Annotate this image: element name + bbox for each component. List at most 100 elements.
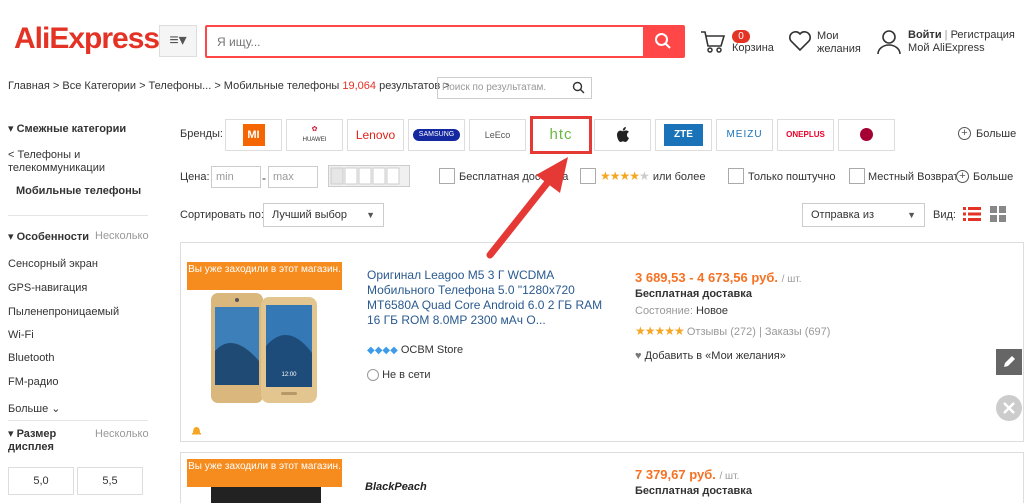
brand-zte[interactable]: ZTE xyxy=(655,119,712,151)
size-multi-toggle[interactable]: Несколько xyxy=(95,428,149,440)
price-min-input[interactable]: min xyxy=(211,166,261,188)
results-count: 19,064 xyxy=(342,80,377,92)
sort-select[interactable]: Лучший выбор ▼ xyxy=(263,203,384,227)
ship-from-value: Отправка из xyxy=(811,209,875,221)
store-link[interactable]: ◆◆◆◆ OCBM Store xyxy=(367,344,463,356)
login-link[interactable]: Войти xyxy=(908,29,942,41)
store-name: OCBM Store xyxy=(400,344,464,356)
categories-menu-button[interactable]: ≡▾ xyxy=(159,25,197,57)
search-icon[interactable] xyxy=(572,81,585,94)
plus-icon[interactable]: + xyxy=(958,127,971,140)
user-icon[interactable] xyxy=(876,29,902,55)
brand-xiaomi[interactable]: MI xyxy=(225,119,282,151)
brand-lenovo[interactable]: Lenovo xyxy=(347,119,404,151)
orders-count: Заказы (697) xyxy=(764,326,831,338)
divider xyxy=(8,420,148,421)
feature-item[interactable]: Сенсорный экран xyxy=(8,258,98,270)
brand-logo: MI xyxy=(242,124,265,146)
features-title[interactable]: ▾ Особенности xyxy=(8,230,89,243)
brands-label: Бренды: xyxy=(180,128,223,140)
price-max-input[interactable]: max xyxy=(268,166,318,188)
free-shipping-checkbox[interactable] xyxy=(439,168,455,184)
product-card[interactable]: Вы уже заходили в этот магазин. 12:00 Ор… xyxy=(180,242,1024,442)
size-option[interactable]: 5,0 xyxy=(8,467,74,495)
search-input[interactable] xyxy=(207,27,645,56)
feature-item[interactable]: Wi-Fi xyxy=(8,329,34,341)
online-status[interactable]: Не в сети xyxy=(367,369,431,382)
brand-htc[interactable]: htc xyxy=(530,116,592,154)
shipping-info: Бесплатная доставка xyxy=(635,485,752,497)
local-return-checkbox[interactable] xyxy=(849,168,865,184)
condition-label: Состояние: xyxy=(635,305,693,317)
single-piece-checkbox[interactable] xyxy=(728,168,744,184)
list-view-icon[interactable] xyxy=(963,206,981,222)
grid-view-icon[interactable] xyxy=(990,206,1006,222)
size-option[interactable]: 5,5 xyxy=(77,467,143,495)
size-title-text: Размер дисплея xyxy=(8,428,57,453)
price-unit: / шт. xyxy=(781,274,802,285)
feature-item[interactable]: Пыленепроницаемый xyxy=(8,306,119,318)
feature-item[interactable]: Bluetooth xyxy=(8,352,54,364)
brand-logo: htc xyxy=(549,126,573,143)
rating-filter[interactable]: ★★★★★ или более xyxy=(600,169,705,183)
menu-icon: ≡▾ xyxy=(169,32,187,49)
product-title-link[interactable]: Оригинал Leagoo M5 3 Г WCDMA Мобильного … xyxy=(367,268,612,328)
features-more-link[interactable]: Больше ⌄ xyxy=(8,402,60,415)
feature-item[interactable]: GPS-навигация xyxy=(8,282,87,294)
parent-category-link[interactable]: < Телефоны и телекоммуникации xyxy=(8,149,138,175)
cart-label[interactable]: Корзина xyxy=(732,42,774,54)
display-size-title[interactable]: ▾ Размер дисплея xyxy=(8,428,88,454)
ship-from-select[interactable]: Отправка из ▼ xyxy=(802,203,925,227)
brand-logo: LeEco xyxy=(484,130,511,140)
condition-value: Новое xyxy=(696,305,729,317)
heart-icon: ♥ xyxy=(635,350,642,362)
pencil-icon xyxy=(1004,356,1015,367)
reviews-link[interactable]: Отзывы (272) xyxy=(687,326,756,338)
brand-meizu[interactable]: MEIZU xyxy=(716,119,773,151)
header: AliExpress™ ≡▾ 0 Корзина Мои желания Вой… xyxy=(0,0,1024,72)
brand-samsung[interactable]: SAMSUNG xyxy=(408,119,465,151)
brand-lg[interactable]: LG xyxy=(838,119,895,151)
divider xyxy=(8,215,148,216)
product-image[interactable] xyxy=(211,487,321,503)
product-price: 3 689,53 - 4 673,56 руб. / шт. xyxy=(635,270,801,285)
brand-leeco[interactable]: LeEco xyxy=(469,119,526,151)
related-categories-title[interactable]: ▾ Смежные категории xyxy=(8,122,126,135)
price-unit: / шт. xyxy=(719,471,740,482)
search-within-results-input[interactable]: Поиск по результатам. xyxy=(437,77,592,99)
single-piece-label[interactable]: Только поштучно xyxy=(748,171,835,183)
brand-apple[interactable] xyxy=(594,119,651,151)
star-empty-icon: ★ xyxy=(639,169,650,183)
brand-logo: ONEPLUS xyxy=(786,130,825,139)
register-link[interactable]: Регистрация xyxy=(951,29,1015,41)
brand-logo: Lenovo xyxy=(355,128,396,142)
local-return-label[interactable]: Местный Возврат xyxy=(868,171,956,183)
current-category[interactable]: Мобильные телефоны xyxy=(16,185,141,197)
brand-oneplus[interactable]: ONEPLUS xyxy=(777,119,834,151)
product-card[interactable]: Вы уже заходили в этот магазин. BlackPea… xyxy=(180,452,1024,503)
cart-icon[interactable] xyxy=(700,30,726,54)
search-button[interactable] xyxy=(643,27,683,56)
price-value: 3 689,53 - 4 673,56 руб. xyxy=(635,270,779,285)
product-image[interactable]: 12:00 xyxy=(203,291,333,406)
my-account-link[interactable]: Мой AliExpress xyxy=(908,42,985,54)
breadcrumb-path[interactable]: Главная > Все Категории > Телефоны... > … xyxy=(8,80,339,92)
brands-more-link[interactable]: Больше xyxy=(976,128,1016,140)
aliexpress-logo[interactable]: AliExpress™ xyxy=(14,22,167,56)
brand-huawei[interactable]: ✿ HUAWEI xyxy=(286,119,343,151)
brand-logo: BlackPeach xyxy=(365,481,427,493)
more-label: Больше xyxy=(8,403,49,415)
price-label: Цена: xyxy=(180,171,210,183)
add-to-wishlist-link[interactable]: ♥ Добавить в «Мои желания» xyxy=(635,350,786,362)
chat-face-icon xyxy=(367,369,379,382)
plus-icon[interactable]: + xyxy=(956,170,969,183)
options-more-link[interactable]: Больше xyxy=(973,171,1013,183)
features-multi-toggle[interactable]: Несколько xyxy=(95,230,149,242)
price-histogram[interactable] xyxy=(328,165,410,187)
wishlist-link[interactable]: Мои желания xyxy=(817,30,867,56)
close-icon xyxy=(1003,402,1015,414)
edit-button[interactable] xyxy=(996,349,1022,375)
feature-item[interactable]: FM-радио xyxy=(8,376,58,388)
heart-icon[interactable] xyxy=(788,30,812,52)
close-button[interactable] xyxy=(996,395,1022,421)
